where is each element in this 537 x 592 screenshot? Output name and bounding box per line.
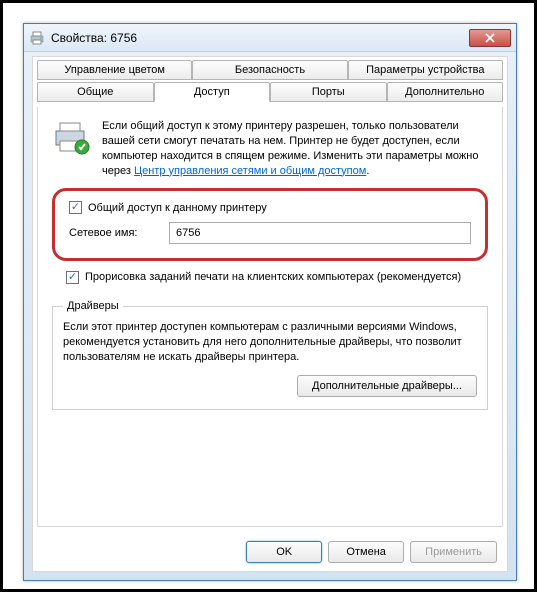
check-icon: ✓ — [68, 272, 77, 283]
tab-ports[interactable]: Порты — [270, 82, 387, 102]
info-text: Если общий доступ к этому принтеру разре… — [102, 119, 488, 178]
tabs-row-2: Общие Доступ Порты Дополнительно — [33, 79, 507, 102]
share-name-label: Сетевое имя: — [69, 227, 159, 239]
render-checkbox-row: ✓ Прорисовка заданий печати на клиентски… — [52, 267, 488, 290]
dialog-buttons: OK Отмена Применить — [246, 541, 497, 563]
tab-sharing[interactable]: Доступ — [154, 82, 271, 102]
highlight-annotation: ✓ Общий доступ к данному принтеру Сетево… — [52, 188, 488, 261]
network-center-link[interactable]: Центр управления сетями и общим доступом — [134, 165, 366, 177]
render-checkbox-label: Прорисовка заданий печати на клиентских … — [85, 271, 461, 283]
dialog-body: Управление цветом Безопасность Параметры… — [32, 56, 508, 572]
properties-dialog: Свойства: 6756 Управление цветом Безопас… — [23, 23, 517, 581]
close-button[interactable] — [469, 29, 511, 47]
check-icon: ✓ — [71, 202, 80, 213]
printer-share-icon — [52, 119, 92, 155]
tab-content: Если общий доступ к этому принтеру разре… — [37, 107, 503, 527]
tab-advanced[interactable]: Дополнительно — [387, 82, 504, 102]
drivers-legend: Драйверы — [63, 300, 123, 312]
drivers-fieldset: Драйверы Если этот принтер доступен комп… — [52, 300, 488, 410]
tab-device-settings[interactable]: Параметры устройства — [348, 60, 503, 80]
window-title: Свойства: 6756 — [51, 31, 469, 45]
printer-title-icon — [29, 30, 45, 46]
ok-button[interactable]: OK — [246, 541, 322, 563]
cancel-button[interactable]: Отмена — [328, 541, 404, 563]
share-name-input[interactable] — [169, 222, 471, 244]
render-checkbox[interactable]: ✓ — [66, 271, 79, 284]
apply-button[interactable]: Применить — [410, 541, 497, 563]
additional-drivers-button[interactable]: Дополнительные драйверы... — [297, 375, 477, 397]
share-name-row: Сетевое имя: — [69, 222, 471, 244]
titlebar: Свойства: 6756 — [24, 24, 516, 52]
close-icon — [485, 33, 495, 43]
share-checkbox-label: Общий доступ к данному принтеру — [88, 202, 267, 214]
tabs-row-1: Управление цветом Безопасность Параметры… — [33, 57, 507, 80]
tab-security[interactable]: Безопасность — [192, 60, 347, 80]
info-text-end: . — [366, 165, 369, 177]
share-checkbox-row: ✓ Общий доступ к данному принтеру — [69, 201, 471, 214]
share-checkbox[interactable]: ✓ — [69, 201, 82, 214]
tab-color-management[interactable]: Управление цветом — [37, 60, 192, 80]
drivers-text: Если этот принтер доступен компьютерам с… — [63, 320, 477, 365]
info-row: Если общий доступ к этому принтеру разре… — [52, 119, 488, 178]
tab-general[interactable]: Общие — [37, 82, 154, 102]
